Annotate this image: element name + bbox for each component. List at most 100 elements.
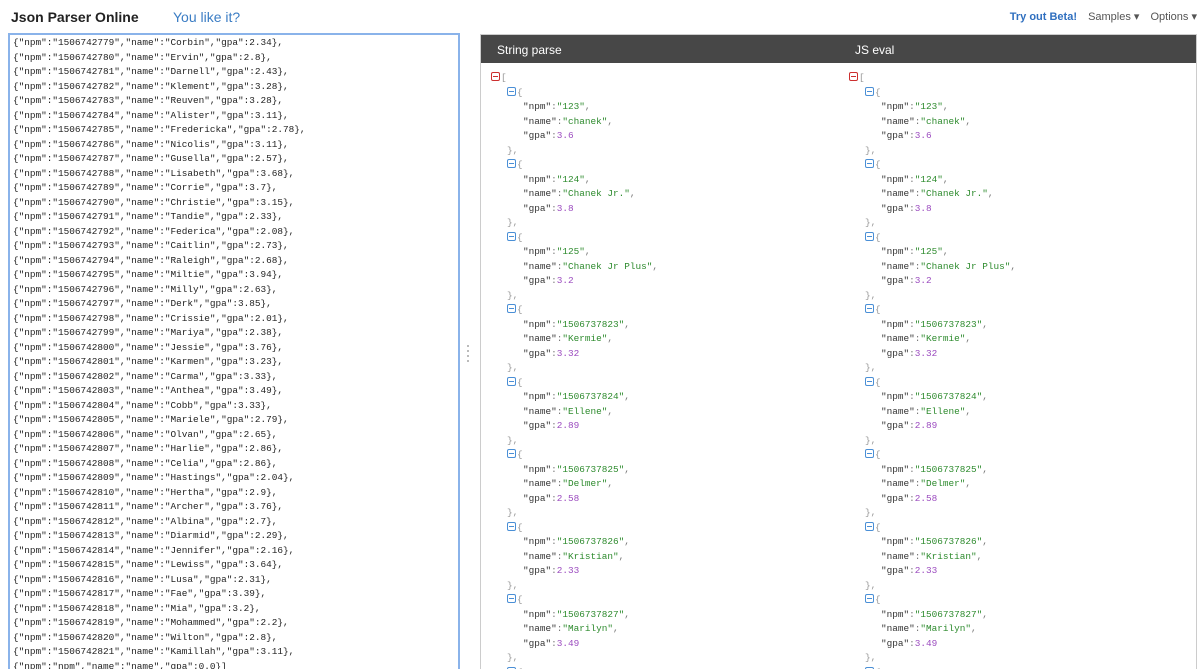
splitter-handle[interactable] (467, 345, 469, 367)
json-key: "name" (523, 405, 557, 417)
editor-line: {"npm":"1506742805","name":"Mariele","gp… (13, 414, 289, 425)
tree-line: "name":"Chanek Jr.", (849, 187, 1016, 202)
json-value: "chanek" (562, 115, 608, 127)
collapse-array-icon[interactable] (491, 72, 500, 81)
json-key: "gpa" (881, 420, 910, 431)
tree-line: "name":"Marilyn", (491, 622, 658, 637)
collapse-object-icon[interactable] (507, 304, 516, 313)
you-like-it-link[interactable]: You like it? (173, 9, 240, 25)
json-value: "Kristian" (920, 550, 977, 562)
json-key: "gpa" (523, 565, 552, 576)
json-key: "name" (523, 188, 557, 199)
collapse-object-icon[interactable] (865, 304, 874, 313)
json-value: "Chanek Jr Plus" (562, 260, 653, 272)
json-comma: , (982, 536, 988, 547)
tree-line: "npm":"123", (491, 100, 658, 115)
json-comma: , (584, 246, 591, 257)
json-value: "Delmer" (562, 478, 608, 489)
collapse-object-icon[interactable] (507, 159, 516, 168)
json-value: "125" (556, 246, 585, 257)
json-value: 3.6 (914, 130, 932, 141)
json-value: "Chanek Jr." (920, 188, 988, 199)
json-key: "gpa" (523, 275, 552, 286)
tree-line: "gpa":2.58 (491, 492, 658, 507)
tree-line: }, (491, 216, 658, 231)
tree-line: { (849, 303, 1016, 318)
json-key: "gpa" (523, 420, 552, 431)
json-comma: , (982, 608, 988, 620)
editor-line: {"npm":"1506742820","name":"Wilton","gpa… (13, 631, 278, 643)
collapse-object-icon[interactable] (865, 376, 874, 386)
collapse-object-icon[interactable] (507, 449, 516, 458)
editor-line: {"npm":"1506742801","name":"Karmen","gpa… (13, 356, 284, 367)
editor-line: {"npm":"1506742807","name":"Harlie","gpa… (13, 443, 284, 454)
json-key: "name" (523, 115, 557, 127)
collapse-object-icon[interactable] (865, 231, 874, 241)
json-value: "1506737827" (914, 608, 983, 620)
tree-line: "npm":"124", (491, 173, 658, 188)
options-menu[interactable]: Options ▾ (1151, 11, 1198, 23)
tree-line: "name":"Kristian", (491, 550, 658, 565)
object-close-brace: }, (507, 289, 519, 301)
json-comma: , (613, 623, 619, 634)
tree-line: "gpa":3.49 (491, 637, 658, 652)
collapse-object-icon[interactable] (507, 86, 516, 96)
json-comma: , (987, 188, 994, 199)
tree-line: "gpa":3.8 (491, 202, 658, 217)
viewer-header: String parse JS eval (481, 35, 1196, 63)
json-key: "name" (881, 333, 915, 344)
collapse-object-icon[interactable] (507, 594, 516, 603)
tree-line: "name":"Chanek Jr Plus", (849, 260, 1016, 275)
json-key: "name" (523, 478, 557, 489)
editor-line: {"npm":"1506742782","name":"Klement","gp… (13, 80, 289, 92)
json-comma: , (942, 101, 949, 112)
tree-line: }, (491, 144, 658, 159)
object-open-brace: { (875, 86, 881, 98)
tree-line: }, (491, 361, 658, 376)
json-comma: , (971, 623, 977, 634)
collapse-object-icon[interactable] (507, 521, 516, 531)
collapse-object-icon[interactable] (865, 449, 874, 458)
json-key: "gpa" (881, 565, 910, 576)
json-key: "name" (881, 260, 915, 272)
object-close-brace: }, (865, 362, 877, 373)
json-key: "npm" (881, 318, 910, 330)
json-value: 2.89 (914, 420, 938, 431)
collapse-object-icon[interactable] (865, 86, 874, 96)
collapse-array-icon[interactable] (849, 72, 858, 81)
collapse-object-icon[interactable] (507, 376, 516, 386)
tree-line: { (491, 593, 658, 608)
tree-line: { (491, 376, 658, 391)
collapse-object-icon[interactable] (507, 231, 516, 241)
json-key: "name" (523, 260, 557, 272)
json-value: "Kermie" (562, 333, 608, 344)
json-value: "1506737825" (914, 463, 983, 475)
json-key: "name" (523, 623, 557, 634)
tree-line: { (849, 376, 1016, 391)
json-comma: , (624, 536, 630, 547)
tree-line: }, (491, 506, 658, 521)
editor-line: {"npm":"1506742790","name":"Christie","g… (13, 196, 295, 208)
editor-line: {"npm":"1506742795","name":"Miltie","gpa… (13, 269, 284, 280)
editor-line: {"npm":"1506742797","name":"Derk","gpa":… (13, 298, 272, 309)
collapse-object-icon[interactable] (865, 159, 874, 168)
tree-line: "name":"Kristian", (849, 550, 1016, 565)
editor-line: {"npm":"1506742808","name":"Celia","gpa"… (13, 457, 278, 469)
json-key: "npm" (523, 391, 552, 402)
try-beta-link[interactable]: Try out Beta! (1010, 11, 1077, 23)
json-comma: , (942, 246, 949, 257)
json-input-editor[interactable]: {"npm":"1506742779","name":"Corbin","gpa… (8, 33, 460, 669)
object-open-brace: { (517, 449, 523, 460)
json-value: "123" (914, 101, 943, 112)
json-comma: , (965, 333, 972, 344)
samples-menu[interactable]: Samples ▾ (1088, 11, 1139, 23)
object-close-brace: }, (507, 217, 519, 228)
editor-line: {"npm":"1506742798","name":"Crissie","gp… (13, 312, 289, 324)
app-title: Json Parser Online (11, 9, 139, 25)
tree-line: "name":"Marilyn", (849, 622, 1016, 637)
json-key: "gpa" (523, 202, 552, 214)
collapse-object-icon[interactable] (865, 594, 874, 603)
json-value: "1506737826" (556, 536, 625, 547)
parse-result-viewer: String parse JS eval [{"npm":"123", "name… (480, 34, 1197, 669)
collapse-object-icon[interactable] (865, 521, 874, 531)
